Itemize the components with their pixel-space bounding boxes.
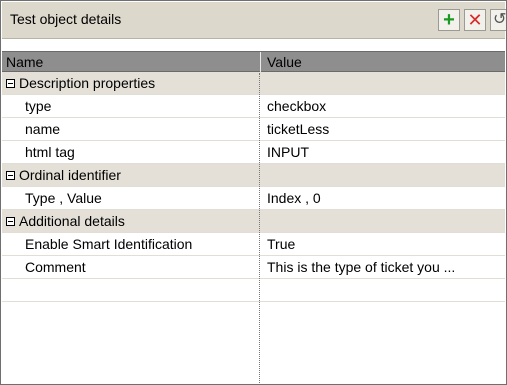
test-object-details-panel: Test object details + ✕ ↺ Name Value Des… <box>0 0 507 385</box>
property-row[interactable]: Type , Value Index , 0 <box>2 187 505 210</box>
property-value[interactable]: Index , 0 <box>267 190 503 206</box>
group-label: Ordinal identifier <box>6 167 121 183</box>
name-text: Comment <box>25 259 86 275</box>
property-group-row[interactable]: Description properties <box>2 72 505 95</box>
undo-icon: ↺ <box>493 11 506 28</box>
panel-title: Test object details <box>10 11 122 27</box>
property-name: Comment <box>25 259 86 275</box>
name-text: html tag <box>25 144 75 160</box>
undo-button[interactable]: ↺ <box>490 9 506 31</box>
column-divider <box>259 73 260 383</box>
grid-header: Name Value <box>2 51 505 72</box>
group-label: Description properties <box>6 75 155 91</box>
plus-icon: + <box>443 9 455 31</box>
name-text: name <box>25 121 61 137</box>
add-button[interactable]: + <box>438 9 460 31</box>
collapse-icon[interactable] <box>6 216 15 226</box>
name-text: type <box>25 98 52 114</box>
property-row[interactable]: name ticketLess <box>2 118 505 141</box>
column-header-value[interactable]: Value <box>267 54 302 70</box>
property-value[interactable]: This is the type of ticket you ... <box>267 259 503 275</box>
property-name: html tag <box>25 144 75 160</box>
name-text: Enable Smart Identification <box>25 236 193 252</box>
collapse-icon[interactable] <box>6 78 15 88</box>
property-name: Enable Smart Identification <box>25 236 192 252</box>
property-value[interactable]: True <box>267 236 503 252</box>
property-name: type <box>25 98 51 114</box>
name-text: Description properties <box>19 75 156 91</box>
panel-header: Test object details + ✕ ↺ <box>2 2 506 39</box>
property-name: Type , Value <box>25 190 102 206</box>
delete-button[interactable]: ✕ <box>464 9 486 31</box>
property-value[interactable]: checkbox <box>267 98 503 114</box>
collapse-icon[interactable] <box>6 170 15 180</box>
property-name: name <box>25 121 60 137</box>
name-text: Type , Value <box>25 190 102 206</box>
property-value[interactable]: ticketLess <box>267 121 503 137</box>
property-row[interactable]: Comment This is the type of ticket you ..… <box>2 256 505 279</box>
column-separator[interactable] <box>260 52 261 72</box>
property-row[interactable]: type checkbox <box>2 95 505 118</box>
close-icon: ✕ <box>467 10 483 30</box>
property-value[interactable]: INPUT <box>267 144 503 160</box>
property-group-row[interactable]: Additional details <box>2 210 505 233</box>
property-row[interactable]: html tag INPUT <box>2 141 505 164</box>
property-row[interactable] <box>2 279 505 302</box>
name-text: Additional details <box>19 213 125 229</box>
group-label: Additional details <box>6 213 125 229</box>
property-group-row[interactable]: Ordinal identifier <box>2 164 505 187</box>
name-text: Ordinal identifier <box>19 167 121 183</box>
property-row[interactable]: Enable Smart Identification True <box>2 233 505 256</box>
column-header-name[interactable]: Name <box>6 54 43 70</box>
